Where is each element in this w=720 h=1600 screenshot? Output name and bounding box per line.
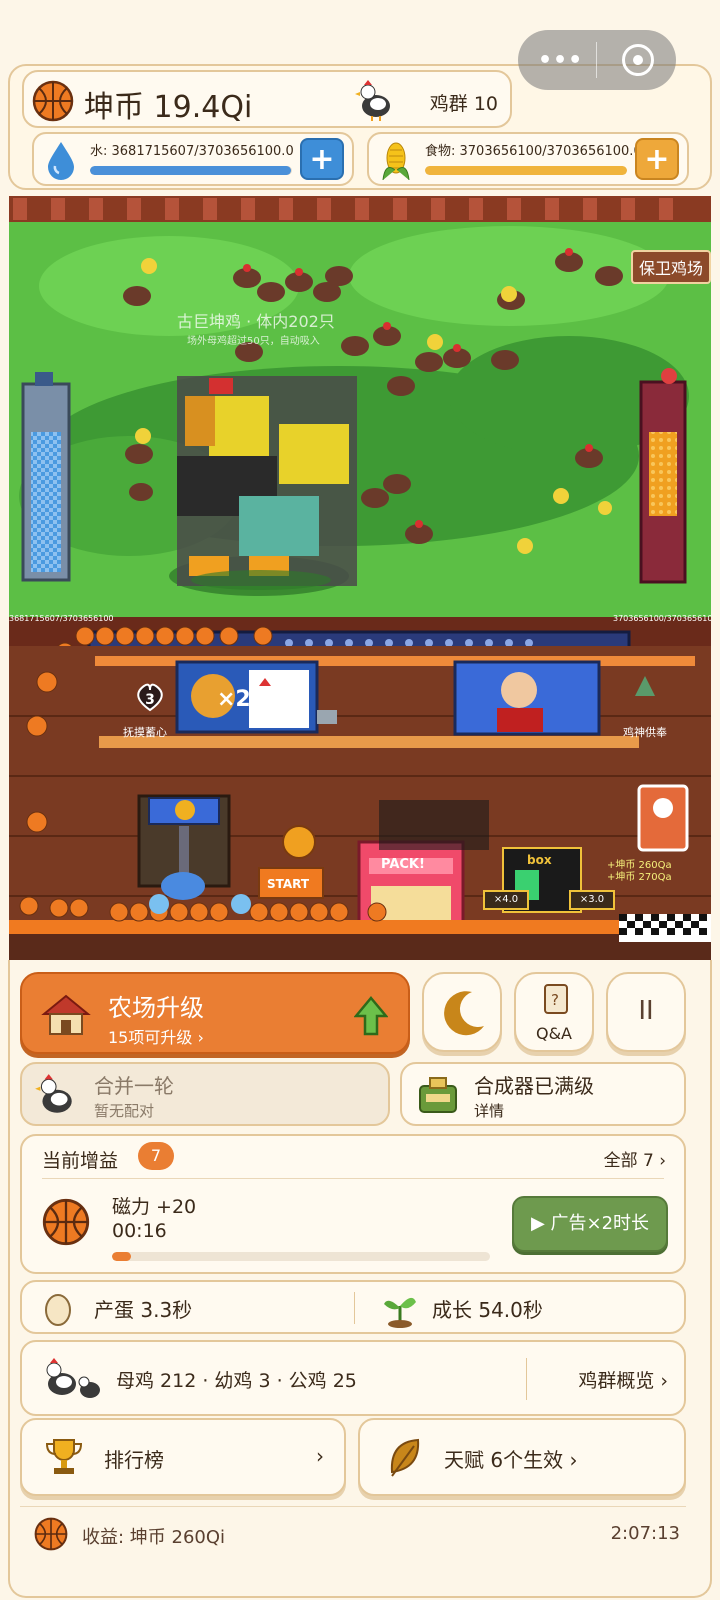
scene-art: ×2 PACK! START box	[9, 196, 711, 960]
synth-sub: 详情	[474, 1102, 505, 1120]
farmhouse-icon	[40, 992, 92, 1040]
synth-title: 合成器已满级	[474, 1074, 594, 1098]
control-panel: 农场升级 15项可升级 › ? Q&A II 合并一轮 暂无配对 合成器已满级 …	[8, 966, 712, 1600]
water-resource: 水: 3681715607/3703656100.0 +	[32, 132, 354, 186]
sprout-icon	[382, 1290, 418, 1332]
start-label: START	[267, 877, 310, 891]
add-water-button[interactable]: +	[300, 138, 344, 180]
add-food-button[interactable]: +	[635, 138, 679, 180]
buff-count-badge: 7	[138, 1142, 174, 1170]
multiplier-label-2: ×3.0	[569, 890, 615, 910]
food-label: 食物: 3703656100/3703656100.0	[425, 144, 642, 159]
hen-icon	[34, 1072, 76, 1122]
buff-title: 当前增益	[42, 1150, 119, 1172]
farm-upgrade-button[interactable]: 农场升级 15项可升级 ›	[20, 972, 410, 1054]
merge-sub: 暂无配对	[94, 1102, 155, 1120]
basketball-icon	[32, 80, 74, 126]
flock-breakdown: 母鸡 212 · 幼鸡 3 · 公鸡 25	[116, 1370, 357, 1392]
leaderboard-button[interactable]: 排行榜 ›	[20, 1418, 346, 1496]
basketball-icon	[34, 1517, 68, 1555]
food-bar-fill	[425, 166, 627, 175]
water-tank-number: 3681715607/3703656100	[9, 614, 114, 623]
synthesizer-button[interactable]: 合成器已满级 详情	[400, 1062, 686, 1126]
buff-panel: 当前增益 7 全部 7 › 磁力 +20 00:16 ▶ 广告×2时长	[20, 1134, 686, 1274]
upgrade-arrow-icon	[353, 996, 389, 1040]
stats-divider	[354, 1292, 355, 1324]
qa-label: Q&A	[535, 1024, 572, 1043]
water-bar	[90, 166, 292, 175]
pause-icon: II	[638, 996, 654, 1026]
food-tank-number: 3703656100/3703656100	[613, 614, 711, 623]
ad-double-duration-button[interactable]: ▶ 广告×2时长	[512, 1196, 668, 1252]
merge-title: 合并一轮	[94, 1074, 174, 1098]
buff-timer: 00:16	[112, 1220, 167, 1242]
capsule-divider	[596, 42, 597, 78]
leaderboard-label: 排行榜	[104, 1448, 164, 1472]
all-buffs-link[interactable]: 全部 7 ›	[604, 1146, 666, 1171]
defend-farm-button[interactable]: 保卫鸡场	[631, 250, 711, 284]
x2-badge: ×2	[217, 687, 251, 712]
water-label: 水: 3681715607/3703656100.0	[90, 144, 294, 159]
buff-progress-fill	[112, 1252, 131, 1261]
qa-button[interactable]: ? Q&A	[514, 972, 594, 1052]
offer-label[interactable]: 鸡神供奉	[623, 724, 667, 740]
more-dots-icon[interactable]: •••	[538, 48, 583, 73]
flock-count: 鸡群 10	[429, 93, 498, 115]
grow-rate: 成长 54.0秒	[432, 1298, 543, 1322]
income-label: 收益: 坤币 260Qi	[82, 1527, 226, 1548]
farm-upgrade-title: 农场升级	[108, 994, 204, 1022]
coin-balance: 坤币 19.4Qi	[84, 90, 253, 125]
merge-round-button[interactable]: 合并一轮 暂无配对	[20, 1062, 390, 1126]
food-resource: 食物: 3703656100/3703656100.0 +	[367, 132, 689, 186]
miniprogram-capsule: •••	[518, 30, 676, 90]
income-footer: 收益: 坤币 260Qi 2:07:13	[20, 1506, 686, 1562]
notebook-icon: ?	[542, 982, 570, 1020]
egg-icon	[44, 1290, 72, 1330]
pack-label: PACK!	[381, 857, 425, 872]
leaf-icon	[388, 1438, 422, 1482]
egg-rate: 产蛋 3.3秒	[94, 1298, 193, 1322]
production-stats: 产蛋 3.3秒 成长 54.0秒	[20, 1280, 686, 1334]
game-scene[interactable]: ×2 PACK! START box 保卫鸡场 古巨坤鸡 · 体内202只 场外…	[9, 196, 711, 960]
water-drop-icon	[44, 140, 78, 184]
session-timer: 2:07:13	[610, 1523, 680, 1544]
night-mode-button[interactable]	[422, 972, 502, 1052]
pet-heart-label[interactable]: 抚摸蓄心	[123, 724, 167, 740]
farm-upgrade-sub: 15项可升级 ›	[108, 1028, 204, 1047]
trophy-icon	[44, 1436, 84, 1482]
talent-button[interactable]: 天赋 6个生效 ›	[358, 1418, 686, 1496]
flock-divider	[526, 1358, 527, 1400]
heart-count: 3	[145, 692, 155, 708]
gain-label-2: +坤币 270Qa	[607, 872, 672, 883]
corn-icon	[379, 140, 413, 186]
multiplier-label-1: ×4.0	[483, 890, 529, 910]
buff-divider	[42, 1178, 664, 1179]
synthesizer-icon	[416, 1074, 460, 1120]
giant-chicken-sub: 场外母鸡超过50只，自动吸入	[187, 336, 320, 347]
talent-label: 天赋 6个生效 ›	[444, 1448, 578, 1472]
flock-summary: 母鸡 212 · 幼鸡 3 · 公鸡 25 鸡群概览 ›	[20, 1340, 686, 1416]
box-label: box	[527, 853, 552, 867]
buff-name: 磁力 +20	[112, 1196, 197, 1218]
food-bar	[425, 166, 627, 175]
giant-chicken-title: 古巨坤鸡 · 体内202只	[177, 312, 335, 331]
hens-icon	[40, 1358, 104, 1404]
buff-progress	[112, 1252, 490, 1261]
flock-overview-link[interactable]: 鸡群概览 ›	[578, 1366, 668, 1393]
water-bar-fill	[90, 166, 291, 175]
moon-icon	[442, 988, 488, 1042]
svg-text:?: ?	[551, 991, 559, 1009]
chevron-right-icon: ›	[316, 1444, 324, 1468]
hen-icon	[354, 78, 394, 126]
basketball-icon	[42, 1198, 90, 1250]
coin-row: 坤币 19.4Qi 鸡群 10	[22, 70, 512, 128]
target-icon[interactable]	[622, 44, 654, 76]
pause-button[interactable]: II	[606, 972, 686, 1052]
